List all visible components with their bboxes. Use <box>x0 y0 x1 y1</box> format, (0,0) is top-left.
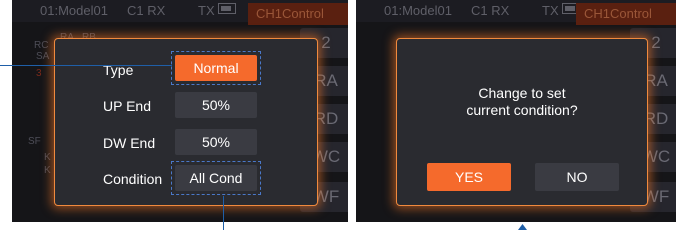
status-bar: 01:Model01 C1 RX TX CH1Control <box>12 0 348 25</box>
dw-end-field[interactable]: 50% <box>175 129 257 155</box>
condition-field[interactable]: All Cond <box>175 165 257 191</box>
bg-label: K <box>44 165 51 176</box>
rx-indicator: C1 RX <box>471 3 510 18</box>
dw-end-label: DW End <box>103 135 156 151</box>
channel-settings-dialog: Type Normal UP End 50% DW End 50% Condit… <box>54 38 318 206</box>
tx-battery-icon <box>218 3 236 14</box>
model-name: 01:Model01 <box>384 3 452 18</box>
condition-label: Condition <box>103 171 163 187</box>
status-bar: 01:Model01 C1 RX TX CH1Control <box>356 0 676 25</box>
bg-label: 3 <box>36 68 42 79</box>
tx-indicator: TX <box>542 3 559 18</box>
no-button[interactable]: NO <box>535 163 619 191</box>
confirm-message-line2: current condition? <box>466 102 578 118</box>
tx-indicator: TX <box>198 3 215 18</box>
bg-label: SA <box>36 51 50 62</box>
channel-control-tab: CH1Control <box>248 3 348 25</box>
confirm-message-line1: Change to set <box>478 85 566 101</box>
model-name: 01:Model01 <box>40 3 108 18</box>
up-end-label: UP End <box>103 98 151 114</box>
bg-label: SF <box>28 136 41 147</box>
type-field[interactable]: Normal <box>175 55 257 81</box>
right-screen: 01:Model01 C1 RX TX CH1Control 2 RA RD W… <box>356 0 676 222</box>
confirm-dialog: Change to set current condition? YES NO <box>396 38 648 206</box>
up-end-field[interactable]: 50% <box>175 92 257 118</box>
bg-label: RC <box>34 40 49 51</box>
callout-line <box>223 196 224 230</box>
callout-line <box>0 65 172 66</box>
left-screen: 01:Model01 C1 RX TX CH1Control 2 RA RD W… <box>12 0 348 222</box>
yes-button[interactable]: YES <box>427 163 511 191</box>
bg-label: K <box>44 152 51 163</box>
rx-indicator: C1 RX <box>127 3 166 18</box>
callout-arrow-icon <box>518 224 527 230</box>
channel-control-tab: CH1Control <box>576 3 676 25</box>
